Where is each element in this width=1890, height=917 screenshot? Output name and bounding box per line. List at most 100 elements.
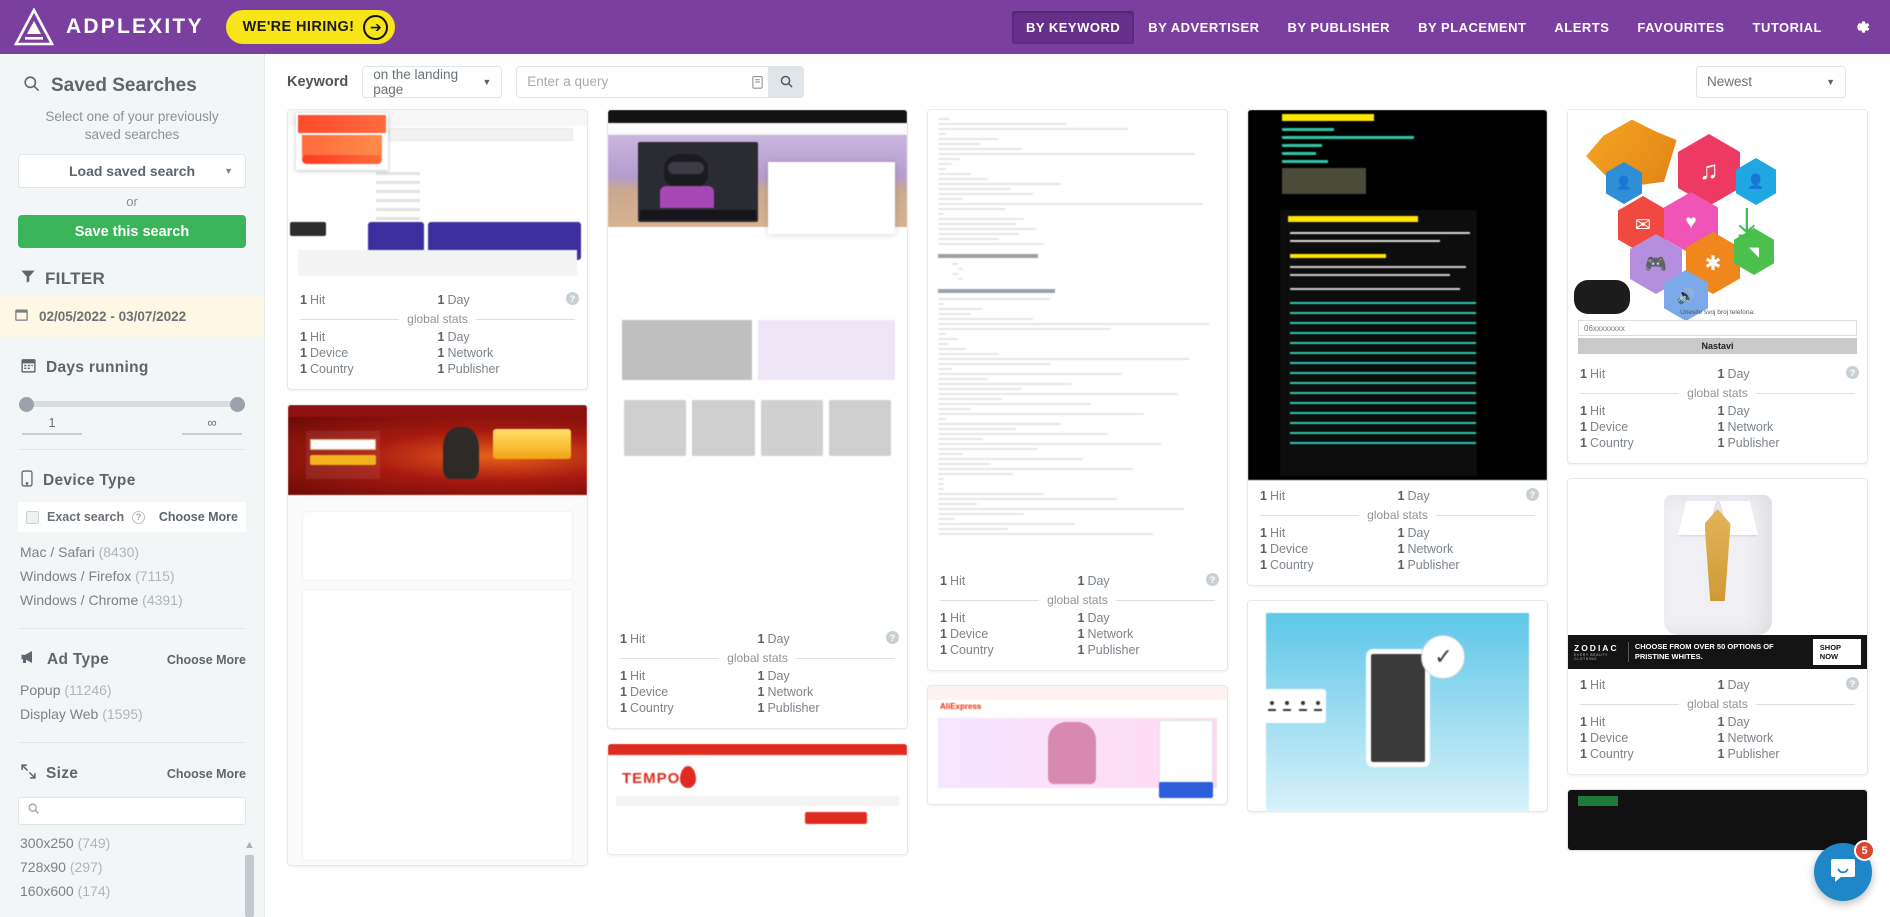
nastavi-button[interactable]: Nastavi [1578, 338, 1857, 354]
paste-icon[interactable] [746, 66, 768, 98]
grid-column: DISPLAY 👤 ♫ 👤 ✉ ♥ 🎮 ✱ ◥ 🔊 [1567, 109, 1868, 851]
chat-widget-button[interactable]: 5 [1814, 843, 1872, 901]
ad-card-spanish-textpage[interactable]: ? 1Hit 1Day global stats 1Hit 1Day [927, 109, 1228, 671]
global-stats-label: global stats [1367, 508, 1428, 522]
ad-card-stats: ? 1Hit 1Day global stats 1Hit 1Day [928, 565, 1227, 670]
day-count: 1 [1718, 678, 1725, 692]
publisher-label: Publisher [1727, 436, 1779, 450]
search-button[interactable] [768, 66, 804, 98]
ad-card-hexagon-apps[interactable]: DISPLAY 👤 ♫ 👤 ✉ ♥ 🎮 ✱ ◥ 🔊 [1567, 109, 1868, 464]
help-icon[interactable]: ? [1206, 573, 1219, 586]
ad-card-aliexpress-popup[interactable]: ? 1Hit 1Day global stats 1Hit 1Day [287, 109, 588, 390]
help-icon[interactable]: ? [132, 511, 145, 524]
help-icon[interactable]: ? [566, 292, 579, 305]
exact-search-checkbox[interactable] [26, 511, 39, 524]
device-option-count: (8430) [99, 544, 139, 560]
thumbnail-art-textpage [928, 110, 1227, 565]
brand-logo[interactable]: ADPLEXITY [0, 8, 204, 46]
keyword-scope-select[interactable]: on the landing page ▼ [362, 66, 502, 98]
chat-bubble-icon [1828, 855, 1858, 890]
ad-card-casino-bonus[interactable] [287, 404, 588, 866]
nav-tutorial[interactable]: TUTORIAL [1739, 11, 1836, 44]
nav-by-placement[interactable]: BY PLACEMENT [1404, 11, 1540, 44]
global-day-count: 1 [758, 669, 765, 683]
ad-card-phone-verify[interactable]: DISPLAY ✓ [1247, 600, 1548, 812]
size-option-count: (749) [78, 835, 111, 851]
ad-card-tempo-news[interactable]: TEMPO [607, 743, 908, 855]
nav-favourites[interactable]: FAVOURITES [1623, 11, 1738, 44]
size-choose-more[interactable]: Choose More [167, 767, 246, 781]
hex-icon-contact: 👤 [1736, 158, 1776, 205]
gear-icon[interactable] [1848, 14, 1874, 40]
help-icon[interactable]: ? [1846, 677, 1859, 690]
save-this-search-button[interactable]: Save this search [18, 215, 246, 248]
global-hit-count: 1 [1580, 715, 1587, 729]
device-option[interactable]: Windows / Chrome (4391) [20, 588, 244, 612]
days-running-max-input[interactable]: ∞ [182, 415, 242, 435]
device-option[interactable]: Windows / Firefox (7115) [20, 564, 244, 588]
slider-track[interactable] [22, 401, 242, 407]
ad-thumbnail[interactable]: DISPLAY 👤 ♫ 👤 ✉ ♥ 🎮 ✱ ◥ 🔊 [1568, 110, 1867, 358]
ad-thumbnail[interactable] [288, 110, 587, 284]
ad-type-option[interactable]: Popup (11246) [20, 678, 244, 702]
size-option[interactable]: 300x250 (749) [20, 831, 244, 855]
ad-thumbnail[interactable]: TEMPO [608, 744, 907, 854]
shop-now-button[interactable]: SHOP NOW [1813, 639, 1861, 665]
network-count: 1 [1718, 420, 1725, 434]
days-running-min-input[interactable]: 1 [22, 415, 82, 435]
or-divider-text: or [18, 188, 246, 215]
device-option[interactable]: Mac / Safari (8430) [20, 540, 244, 564]
help-icon[interactable]: ? [1846, 366, 1859, 379]
scrollbar-thumb[interactable] [245, 855, 254, 917]
device-exact-search-row[interactable]: Exact search ? Choose More [18, 502, 246, 532]
ad-card-binance-tokens[interactable]: ? 1Hit 1Day global stats 1Hit 1Day [1247, 109, 1548, 586]
device-option-label: Windows / Firefox [20, 568, 131, 584]
slider-knob-max[interactable] [230, 397, 245, 412]
ad-card-aliexpress-pink[interactable]: AliExpress [927, 685, 1228, 805]
date-range-filter[interactable]: 02/05/2022 - 03/07/2022 [0, 295, 264, 337]
day-count: 1 [1398, 489, 1405, 503]
sort-select[interactable]: Newest ▼ [1696, 66, 1846, 98]
ad-thumbnail[interactable] [1568, 790, 1867, 850]
ad-card-filmorapro[interactable]: ? 1Hit 1Day global stats 1Hit 1Day [607, 109, 908, 729]
nav-by-keyword[interactable]: BY KEYWORD [1012, 11, 1134, 44]
ad-thumbnail[interactable] [288, 405, 587, 865]
ad-thumbnail[interactable]: AliExpress [928, 686, 1227, 804]
size-option-count: (174) [78, 883, 111, 899]
nav-by-advertiser[interactable]: BY ADVERTISER [1134, 11, 1273, 44]
nav-by-publisher[interactable]: BY PUBLISHER [1274, 11, 1405, 44]
main-nav: BY KEYWORD BY ADVERTISER BY PUBLISHER BY… [1012, 11, 1890, 44]
phone-number-input[interactable]: 06xxxxxxxx [1578, 320, 1857, 336]
size-search-input-wrap[interactable] [18, 797, 246, 825]
ad-card-stats: ? 1Hit 1Day global stats 1Hit 1Day [608, 623, 907, 728]
hiring-button[interactable]: WE'RE HIRING! ➔ [226, 10, 396, 44]
days-running-slider[interactable]: 1 ∞ [18, 385, 246, 435]
search-input[interactable] [516, 66, 746, 98]
slider-knob-min[interactable] [19, 397, 34, 412]
ad-card-dark-bottom[interactable] [1567, 789, 1868, 851]
help-icon[interactable]: ? [1526, 488, 1539, 501]
load-saved-search-select[interactable]: Load saved search ▼ [18, 154, 246, 188]
ad-type-choose-more[interactable]: Choose More [167, 653, 246, 667]
ad-thumbnail[interactable] [1248, 110, 1547, 480]
country-count: 1 [940, 643, 947, 657]
ad-thumbnail[interactable] [608, 110, 907, 623]
device-choose-more[interactable]: Choose More [159, 510, 238, 524]
network-count: 1 [438, 346, 445, 360]
nav-alerts[interactable]: ALERTS [1540, 11, 1623, 44]
ad-thumbnail[interactable] [928, 110, 1227, 565]
size-option[interactable]: 160x600 (174) [20, 879, 244, 903]
ad-type-option-label: Display Web [20, 706, 98, 722]
ad-thumbnail[interactable]: ZODIAC EVERY BEAUTY CLOTHING CHOOSE FROM… [1568, 479, 1867, 669]
help-icon[interactable]: ? [886, 631, 899, 644]
network-label: Network [1087, 627, 1133, 641]
device-label: Device [1590, 420, 1628, 434]
ad-type-option[interactable]: Display Web (1595) [20, 702, 244, 726]
filter-icon [20, 268, 36, 289]
device-label: Device [1270, 542, 1308, 556]
saved-searches-header: Saved Searches [18, 54, 246, 106]
ad-card-zodiac-shirt[interactable]: ZODIAC EVERY BEAUTY CLOTHING CHOOSE FROM… [1567, 478, 1868, 775]
sidebar-scrollbar[interactable]: ▲ [245, 839, 254, 917]
ad-thumbnail[interactable]: DISPLAY ✓ [1248, 601, 1547, 811]
size-option[interactable]: 728x90 (297) [20, 855, 244, 879]
